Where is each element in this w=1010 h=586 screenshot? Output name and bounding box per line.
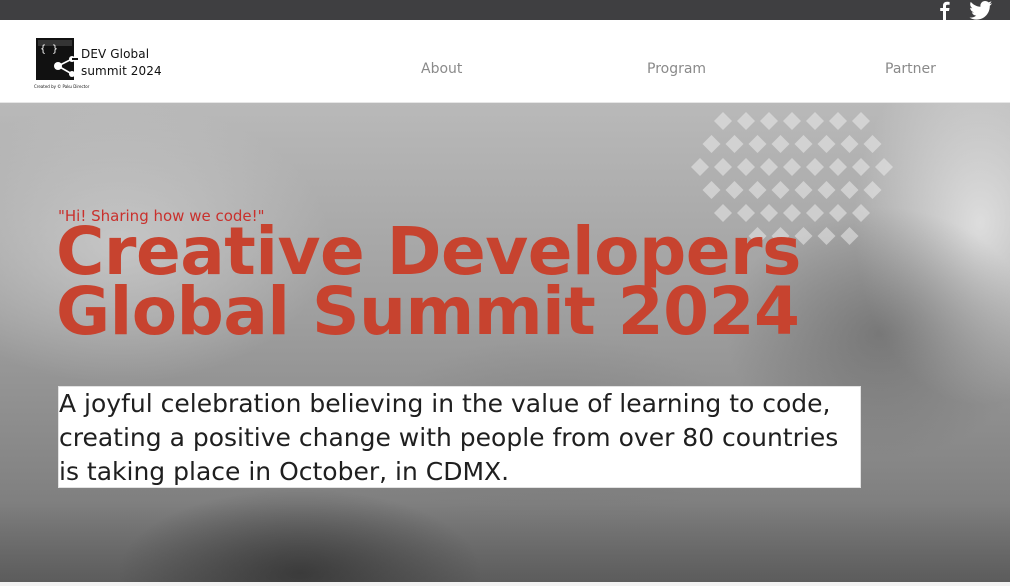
diamond-shape (702, 181, 721, 199)
diamond-shape (852, 204, 870, 222)
diamond-shape (806, 112, 824, 130)
diamond-shape (794, 181, 813, 199)
diamond-shape (714, 158, 732, 176)
diamond-shape (794, 135, 813, 153)
diamond-shape (817, 227, 836, 245)
diamond-shape (840, 181, 859, 199)
diamond-shape (737, 112, 755, 130)
logo-subtitle: summit 2024 (81, 64, 162, 78)
hero-shadow (0, 503, 1010, 586)
page-bottom-edge (0, 582, 1010, 586)
diamond-shape (737, 158, 755, 176)
diamond-shape (714, 112, 732, 130)
nav-link-about[interactable]: About (421, 61, 462, 77)
top-bar (0, 0, 1010, 20)
diamond-shape (702, 135, 721, 153)
diamond-shape (691, 158, 709, 176)
diamond-shape (806, 158, 824, 176)
diamond-shape (863, 135, 882, 153)
diamond-shape (783, 158, 801, 176)
diamond-shape (817, 181, 836, 199)
diamond-shape (852, 112, 870, 130)
logo-glyph: { } (40, 44, 58, 55)
diamond-shape (840, 227, 859, 245)
site-header: { } DEV Global summit 2024 Created by © … (0, 20, 1010, 103)
diamond-shape (806, 204, 824, 222)
diamond-shape (760, 112, 778, 130)
logo-title: DEV Global (81, 47, 150, 61)
diamond-shape (852, 158, 870, 176)
diamond-shape (829, 158, 847, 176)
diamond-shape (840, 135, 859, 153)
diamond-shape (748, 181, 767, 199)
diamond-shape (771, 135, 790, 153)
hero-title-line-2: Global Summit 2024 (56, 273, 800, 350)
hero-description: A joyful celebration believing in the va… (59, 389, 839, 486)
logo-mark-icon: { } (36, 38, 78, 80)
nav-link-program[interactable]: Program (647, 61, 706, 77)
facebook-icon[interactable] (933, 0, 955, 20)
diamond-shape (725, 135, 744, 153)
diamond-shape (863, 181, 882, 199)
twitter-icon[interactable] (968, 0, 994, 22)
diamond-shape (829, 112, 847, 130)
hero-title: Creative Developers Global Summit 2024 (56, 219, 801, 350)
logo-credit: Created by © Paku Director (34, 84, 90, 89)
diamond-shape (760, 158, 778, 176)
hero-description-box: A joyful celebration believing in the va… (58, 386, 861, 488)
diamond-shape (875, 158, 893, 176)
nav-link-partner[interactable]: Partner (885, 61, 936, 77)
diamond-shape (725, 181, 744, 199)
site-logo[interactable]: { } DEV Global summit 2024 Created by © … (34, 37, 164, 91)
diamond-shape (817, 135, 836, 153)
diamond-shape (829, 204, 847, 222)
diamond-shape (748, 135, 767, 153)
diamond-shape (771, 181, 790, 199)
diamond-shape (783, 112, 801, 130)
